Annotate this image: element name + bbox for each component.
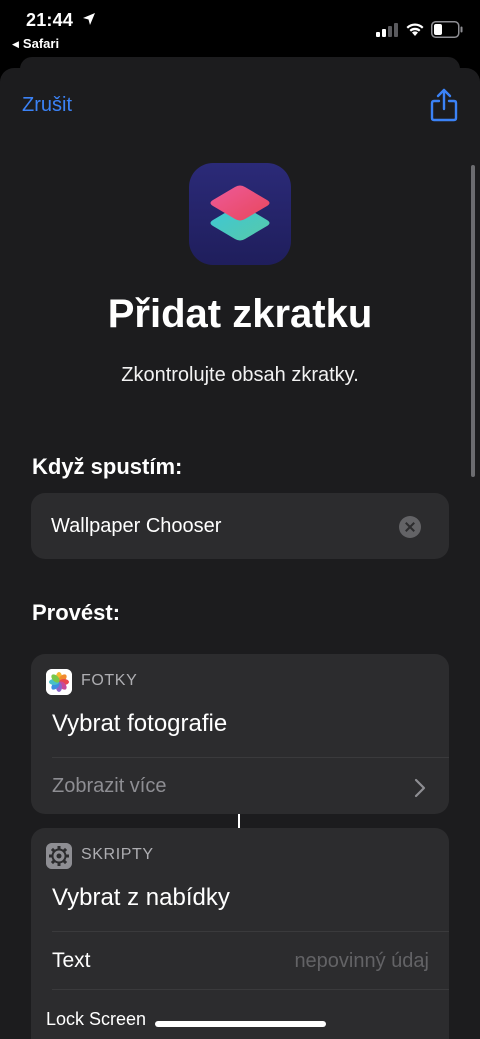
show-more-button[interactable]: Zobrazit více (52, 775, 166, 798)
action-connector (238, 814, 240, 828)
cellular-signal-icon (376, 23, 398, 37)
status-time: 21:44 (26, 10, 74, 30)
shortcut-name-value[interactable]: Wallpaper Chooser (51, 515, 221, 538)
text-param-label: Text (52, 949, 91, 972)
action-app-name: SKRIPTY (81, 846, 154, 863)
wifi-icon (406, 23, 424, 36)
share-icon[interactable] (430, 88, 458, 122)
divider (52, 989, 449, 990)
gear-icon (46, 843, 72, 869)
actions-label: Provést: (32, 600, 121, 625)
location-arrow-icon (83, 13, 95, 25)
divider (52, 757, 449, 758)
page-subtitle: Zkontrolujte obsah zkratky. (121, 364, 359, 386)
menu-item-lock-screen[interactable]: Lock Screen (46, 1009, 146, 1030)
when-run-label: Když spustím: (32, 454, 183, 479)
battery-icon (431, 21, 463, 38)
action-card-select-photos: FOTKY Vybrat fotografie Zobrazit více (31, 654, 449, 814)
divider (52, 931, 449, 932)
shortcuts-logo-icon (210, 185, 270, 241)
action-card-choose-from-menu: SKRIPTY Vybrat z nabídky Text nepovinný … (31, 828, 449, 1039)
text-param-input[interactable]: nepovinný údaj (294, 950, 429, 973)
page-title: Přidat zkratku (107, 292, 373, 336)
status-bar: 21:44 ◀ Safari (0, 0, 480, 60)
cancel-button[interactable]: Zrušit (22, 94, 72, 117)
chevron-right-icon[interactable] (413, 778, 427, 798)
home-indicator[interactable] (155, 1021, 326, 1027)
action-title: Vybrat z nabídky (52, 884, 230, 911)
back-triangle-icon: ◀ (12, 39, 19, 49)
shortcut-name-field[interactable]: Wallpaper Chooser (31, 493, 449, 559)
action-title: Vybrat fotografie (52, 710, 228, 737)
photos-icon (46, 669, 72, 695)
action-app-name: FOTKY (81, 672, 138, 689)
clear-icon[interactable] (399, 516, 421, 538)
back-app-label: Safari (22, 36, 60, 51)
back-to-app-button[interactable]: ◀ Safari (12, 36, 59, 51)
shortcuts-app-icon (189, 163, 291, 265)
